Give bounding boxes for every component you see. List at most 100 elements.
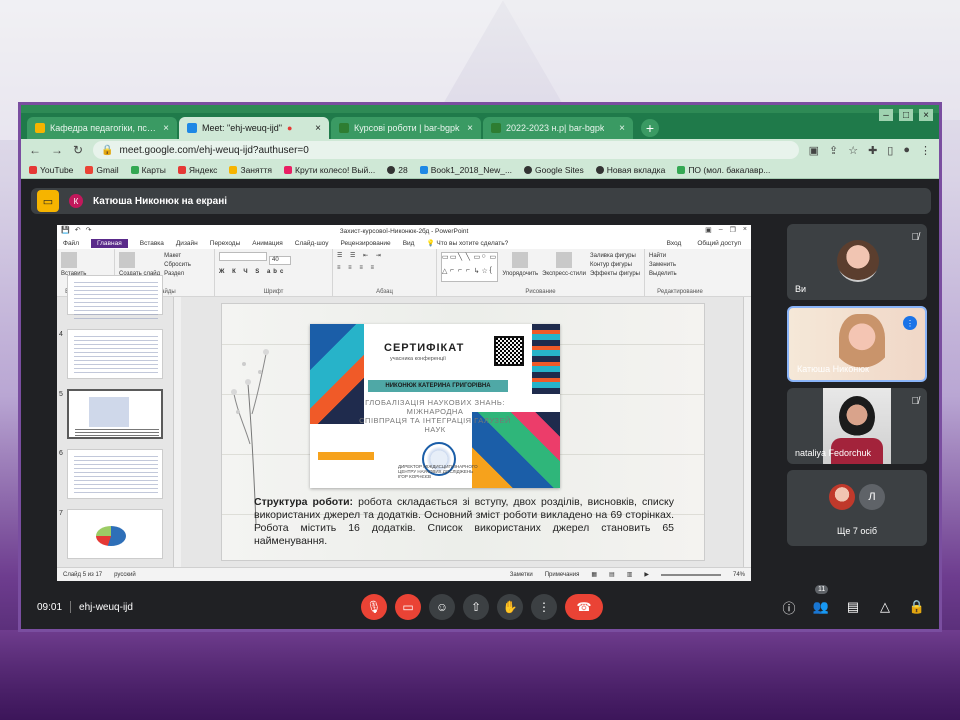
participant-tile-more[interactable]: Л Ще 7 осіб	[787, 470, 927, 546]
bookmark-wheel[interactable]: Крути колесо! Вый...	[284, 165, 375, 175]
font-name-select[interactable]	[219, 252, 267, 261]
sidebar-icon[interactable]: ▯	[887, 144, 893, 157]
ppt-tab-insert[interactable]: Вставка	[140, 240, 164, 247]
ppt-close-icon[interactable]: ×	[743, 226, 747, 234]
host-controls-icon[interactable]: 🔒	[909, 599, 925, 615]
camera-icon[interactable]: ▣	[809, 144, 819, 157]
shape-effects-button[interactable]: Эффекты фигуры	[590, 270, 640, 279]
sorter-view-icon[interactable]: ▤	[609, 571, 615, 578]
arrange-button[interactable]: Упорядочить	[502, 270, 538, 279]
ppt-share[interactable]: Общий доступ	[697, 240, 741, 247]
slide-thumbnail[interactable]	[67, 449, 163, 499]
zoom-slider[interactable]	[660, 573, 721, 576]
bookmark-maps[interactable]: Карты	[130, 165, 166, 175]
chat-icon[interactable]: ▤	[845, 599, 861, 615]
bookmark-youtube[interactable]: YouTube	[29, 165, 73, 175]
activities-icon[interactable]: △	[877, 599, 893, 615]
maximize-icon[interactable]: □	[899, 109, 913, 121]
slide-scrollbar[interactable]	[743, 297, 751, 567]
reload-icon[interactable]: ↻	[73, 143, 83, 157]
current-slide[interactable]: СЕРТИФІКАТ учасника конференції НИКОНЮК …	[221, 303, 705, 561]
mic-off-button[interactable]: 🎙	[361, 594, 387, 620]
slide-body-text[interactable]: Структура роботи: робота складається зі …	[254, 496, 674, 548]
slide-thumbnail[interactable]	[67, 509, 163, 559]
tab-kafedra[interactable]: Кафедра педагогіки, психології ×	[27, 117, 177, 139]
quick-styles-icon[interactable]	[556, 252, 573, 268]
list-buttons[interactable]: ☰ ☰ ⇤ ⇥	[337, 252, 432, 261]
raise-hand-button[interactable]: ✋	[497, 594, 523, 620]
ppt-tab-review[interactable]: Рецензирование	[340, 240, 390, 247]
normal-view-icon[interactable]: ▦	[591, 571, 597, 578]
redo-icon[interactable]: ↷	[86, 226, 92, 234]
arrange-icon[interactable]	[512, 252, 529, 268]
address-bar[interactable]: 🔒 meet.google.com/ehj-weuq-ijd?authuser=…	[93, 141, 799, 159]
forward-icon[interactable]: →	[51, 143, 63, 157]
bookmark-yandex[interactable]: Яндекс	[177, 165, 217, 175]
section-button[interactable]: Раздел	[164, 270, 191, 279]
shape-fill-button[interactable]: Заливка фигуры	[590, 252, 640, 261]
ppt-tab-design[interactable]: Дизайн	[176, 240, 198, 247]
camera-off-button[interactable]: ▭	[395, 594, 421, 620]
menu-icon[interactable]: ⋮	[920, 144, 931, 157]
leave-call-button[interactable]: ☎	[565, 594, 603, 620]
ribbon-options-icon[interactable]: ▣	[705, 226, 712, 234]
replace-button[interactable]: Заменить	[649, 261, 711, 270]
people-icon[interactable]: 👥 11	[813, 585, 829, 615]
tab-meet[interactable]: Meet: "ehj-weuq-ijd" ● ×	[179, 117, 329, 139]
ppt-tell-me[interactable]: 💡 Что вы хотите сделать?	[426, 239, 508, 247]
meeting-details-icon[interactable]: ⓘ	[781, 599, 797, 616]
align-buttons[interactable]: ≡ ≡ ≡ ≡	[337, 264, 432, 273]
new-tab-button[interactable]: +	[641, 119, 659, 137]
bookmark-google-sites[interactable]: Google Sites	[524, 165, 584, 175]
font-format-buttons[interactable]: Ж К Ч S abc	[219, 268, 328, 277]
tab-kursovi[interactable]: Курсові роботи | bar-bgpk ×	[331, 117, 481, 139]
participant-tile-presenter[interactable]: ⋮ Катюша Никонюк	[787, 306, 927, 382]
shape-outline-button[interactable]: Контур фигуры	[590, 261, 640, 270]
bookmark-po[interactable]: ПО (мол. бакалавр...	[677, 165, 770, 175]
undo-icon[interactable]: ↶	[75, 226, 81, 234]
bookmark-28[interactable]: 28	[387, 165, 408, 175]
ppt-tab-slideshow[interactable]: Слайд-шоу	[295, 240, 329, 247]
minimize-icon[interactable]: –	[879, 109, 893, 121]
present-screen-button[interactable]: ⇧	[463, 594, 489, 620]
bookmark-book1[interactable]: Book1_2018_New_...	[419, 165, 512, 175]
layout-button[interactable]: Макет	[164, 252, 191, 261]
bookmark-star-icon[interactable]: ☆	[848, 144, 858, 157]
shapes-gallery[interactable]: ▭ ▭ ╲ ╲ ▭ ○ ▭ △ ⌐ ⌐ ⌐ ↳ ☆{	[441, 252, 499, 282]
comments-button[interactable]: Примечания	[545, 572, 580, 578]
close-tab-icon[interactable]: ×	[163, 123, 169, 134]
slide-thumbnail[interactable]	[67, 329, 163, 379]
slide-thumbnail[interactable]	[67, 275, 163, 320]
bookmark-gmail[interactable]: Gmail	[85, 165, 119, 175]
close-window-icon[interactable]: ×	[919, 109, 933, 121]
back-icon[interactable]: ←	[29, 143, 41, 157]
participant-tile-nataliya[interactable]: 🎙̸ nataliya Fedorchuk	[787, 388, 927, 464]
save-icon[interactable]: 💾	[61, 226, 70, 234]
reset-button[interactable]: Сбросить	[164, 261, 191, 270]
more-options-icon[interactable]: ⋮	[531, 594, 557, 620]
close-tab-icon[interactable]: ×	[467, 123, 473, 134]
new-slide-icon[interactable]	[119, 252, 135, 268]
quick-styles-button[interactable]: Экспресс-стили	[542, 270, 586, 279]
notes-button[interactable]: Заметки	[510, 572, 533, 578]
close-tab-icon[interactable]: ×	[315, 123, 321, 134]
zoom-level[interactable]: 74%	[733, 572, 745, 578]
ppt-tab-transitions[interactable]: Переходы	[210, 240, 241, 247]
find-button[interactable]: Найти	[649, 252, 711, 261]
ppt-tab-view[interactable]: Вид	[403, 240, 415, 247]
extensions-icon[interactable]: ✚	[868, 144, 877, 157]
slide-thumbnail-selected[interactable]	[67, 389, 163, 439]
participant-tile-self[interactable]: 🎙̸ Ви	[787, 224, 927, 300]
language-indicator[interactable]: русский	[114, 572, 136, 578]
close-tab-icon[interactable]: ×	[619, 123, 625, 134]
ppt-tab-home[interactable]: Главная	[90, 238, 128, 248]
reading-view-icon[interactable]: ▥	[627, 571, 633, 578]
bookmark-new-tab[interactable]: Новая вкладка	[595, 165, 665, 175]
ppt-restore-icon[interactable]: ❐	[730, 226, 736, 234]
ppt-tab-file[interactable]: Файл	[63, 240, 79, 247]
select-button[interactable]: Выделить	[649, 270, 711, 279]
paste-icon[interactable]	[61, 252, 77, 268]
ppt-signin[interactable]: Вход	[667, 240, 682, 247]
font-size-select[interactable]: 40	[269, 256, 291, 265]
ppt-minimize-icon[interactable]: –	[719, 226, 723, 234]
